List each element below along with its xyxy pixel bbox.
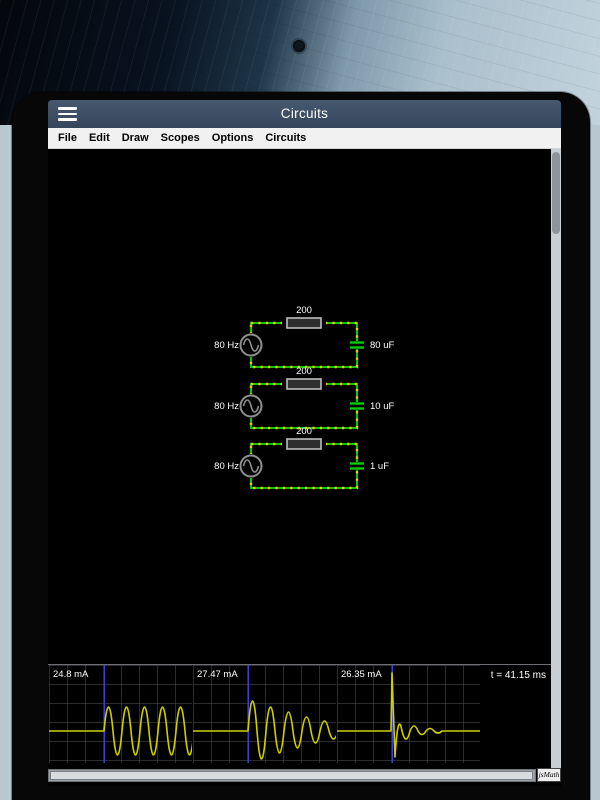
scope-panel-2[interactable]: 27.47 mA — [193, 665, 336, 763]
horizontal-scrollbar[interactable] — [48, 769, 536, 782]
page-title: Circuits — [48, 100, 561, 128]
resistor-value: 200 — [296, 426, 312, 437]
jsmath-button[interactable]: jsMath — [537, 768, 561, 782]
scope-panel-3[interactable]: 26.35 mA — [337, 665, 480, 763]
resistor-value: 200 — [296, 366, 312, 377]
capacitor-value: 1 uF — [370, 461, 389, 472]
scope-trace — [193, 701, 336, 759]
camera-dot — [293, 40, 305, 52]
resistor[interactable] — [287, 439, 321, 449]
menu-item-options[interactable]: Options — [212, 132, 254, 144]
menu-item-edit[interactable]: Edit — [89, 132, 110, 144]
source-frequency: 80 Hz — [214, 461, 239, 472]
menu-item-file[interactable]: File — [58, 132, 77, 144]
scope-trace — [337, 673, 480, 757]
horizontal-scrollbar-thumb[interactable] — [50, 771, 533, 780]
resistor[interactable] — [287, 379, 321, 389]
menu-item-draw[interactable]: Draw — [122, 132, 149, 144]
scope-trace — [49, 707, 192, 755]
menu-item-scopes[interactable]: Scopes — [161, 132, 200, 144]
resistor-value: 200 — [296, 305, 312, 316]
scope-panel-1[interactable]: 24.8 mA — [49, 665, 192, 763]
capacitor-value: 80 uF — [370, 340, 394, 351]
scope-reading: 27.47 mA — [197, 669, 238, 680]
menu-bar: File Edit Draw Scopes Options Circuits — [48, 128, 561, 149]
vertical-scrollbar-thumb[interactable] — [552, 152, 560, 234]
resistor[interactable] — [287, 318, 321, 328]
source-frequency: 80 Hz — [214, 401, 239, 412]
circuit-3[interactable]: 200 80 Hz 1 uF — [204, 424, 404, 508]
app-screen: Circuits File Edit Draw Scopes Options C… — [48, 100, 561, 786]
vertical-scrollbar[interactable] — [551, 149, 561, 769]
capacitor-value: 10 uF — [370, 401, 394, 412]
simulation-time: t = 41.15 ms — [476, 670, 546, 681]
scope-reading: 24.8 mA — [53, 669, 88, 680]
app-header: Circuits — [48, 100, 561, 128]
source-frequency: 80 Hz — [214, 340, 239, 351]
menu-item-circuits[interactable]: Circuits — [265, 132, 306, 144]
circuit-canvas[interactable]: 200 80 Hz 80 uF 200 — [48, 149, 551, 786]
scope-reading: 26.35 mA — [341, 669, 382, 680]
scene: Circuits File Edit Draw Scopes Options C… — [0, 0, 600, 800]
tablet-frame: Circuits File Edit Draw Scopes Options C… — [12, 92, 590, 800]
